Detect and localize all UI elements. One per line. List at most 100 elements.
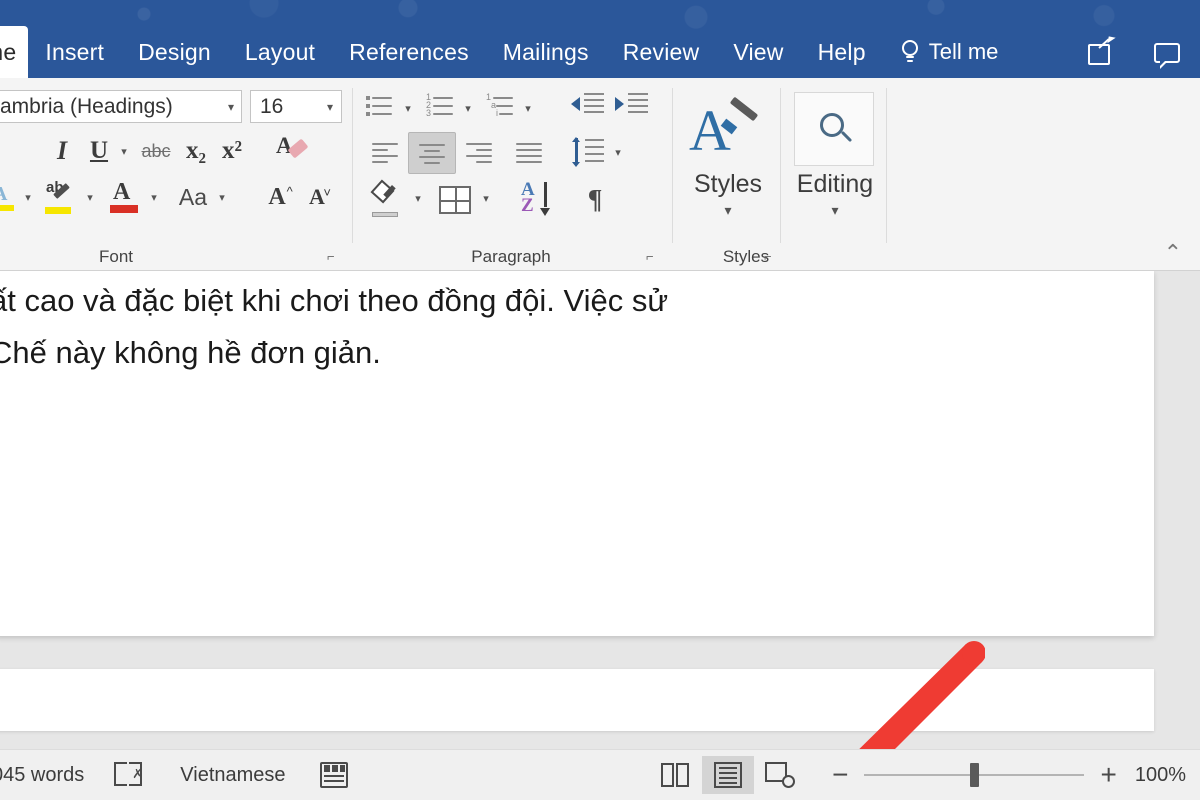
tab-design-label: Design [138,38,211,65]
tab-insert-label: Insert [45,38,105,65]
tab-mailings[interactable]: Mailings [486,26,606,78]
numbering-dropdown[interactable]: ▾ [460,96,476,120]
borders-dropdown[interactable]: ▾ [478,186,494,210]
accessibility-checker-icon[interactable] [319,762,348,788]
title-bar: me Insert Design Layout References Maili… [0,0,1200,78]
tell-me-search[interactable]: Tell me [883,26,1015,78]
word-window: me Insert Design Layout References Maili… [0,0,1200,800]
multilevel-list-dropdown[interactable]: ▾ [520,96,536,120]
highlight-dropdown[interactable]: ▾ [20,184,36,210]
tab-review[interactable]: Review [606,26,717,78]
editing-caret-icon[interactable]: ▾ [784,202,886,219]
shading-dropdown[interactable]: ▾ [410,186,426,210]
tab-help[interactable]: Help [801,26,883,78]
tab-home[interactable]: me [0,26,29,78]
line-spacing-dropdown[interactable]: ▾ [610,140,626,164]
font-dialog-launcher[interactable]: ⌐ [327,250,341,264]
italic-button[interactable]: I [46,133,78,169]
multilevel-list-button[interactable]: 1 a i [482,90,518,124]
tab-insert[interactable]: Insert [28,26,121,78]
font-size-combobox[interactable]: 16 ▾ [250,90,342,123]
ribbon-group-paragraph: ▾ 1 2 3 ▾ 1 a i ▾ ▾ ▾ ▾ A Z ¶ Paragraph … [356,78,666,271]
decrease-indent-button[interactable] [568,88,608,124]
strikethrough-button[interactable]: abc [136,135,176,167]
group-divider [780,88,781,243]
tab-layout-label: Layout [244,38,316,65]
grow-font-button[interactable]: A ^ [258,176,296,218]
zoom-in-button[interactable]: + [1100,759,1116,791]
tab-view-label: View [733,38,784,65]
bullets-button[interactable] [362,90,398,124]
language-indicator[interactable]: Vietnamese [180,764,285,787]
collapse-ribbon-chevron[interactable]: ⌃ [1164,240,1182,266]
line-spacing-button[interactable] [568,134,608,170]
tab-review-label: Review [622,38,700,65]
zoom-slider-thumb[interactable] [970,763,980,787]
ribbon-group-editing: Editing ▾ [784,78,886,271]
font-group-label: Font [98,247,134,266]
font-name-value: ambria (Headings) [0,94,173,118]
tab-design[interactable]: Design [121,26,228,78]
editing-button-label[interactable]: Editing [784,170,886,199]
zoom-out-button[interactable]: − [832,759,848,791]
font-color-dropdown[interactable]: ▾ [146,184,162,210]
text-effects-dropdown[interactable]: ▾ [214,184,230,210]
tab-mailings-label: Mailings [502,38,589,65]
align-center-button[interactable] [408,132,456,174]
styles-dialog-launcher[interactable]: ⌐ [764,250,778,264]
zoom-level[interactable]: 100% [1135,764,1186,787]
clear-formatting-button[interactable]: A [272,130,314,170]
proofing-errors-icon[interactable]: ✗ [114,762,148,788]
numbering-button[interactable]: 1 2 3 [422,90,458,124]
justify-button[interactable] [510,134,548,170]
styles-button-label[interactable]: Styles [676,170,780,199]
align-right-button[interactable] [460,134,498,170]
tab-references[interactable]: References [332,26,486,78]
superscript-button[interactable]: x² [216,133,248,169]
read-mode-view-button[interactable] [650,756,702,794]
document-line-2: Chế này không hề đơn giản. [0,335,381,370]
web-layout-view-button[interactable] [754,756,806,794]
document-text[interactable]: ất cao và đặc biệt khi chơi theo đồng độ… [0,275,890,379]
align-left-button[interactable] [366,134,404,170]
text-effects-button[interactable]: Aa [170,180,216,214]
font-name-combobox[interactable]: ambria (Headings) ▾ [0,90,242,123]
ribbon-group-font: ambria (Headings) ▾ 16 ▾ I U ▾ abc x₂ x²… [0,78,352,271]
show-formatting-marks-button[interactable]: ¶ [574,178,616,220]
bullets-dropdown[interactable]: ▾ [400,96,416,120]
document-page-1[interactable]: ất cao và đặc biệt khi chơi theo đồng độ… [0,271,1154,636]
shrink-font-button[interactable]: A ˅ [298,176,336,218]
tab-layout[interactable]: Layout [228,26,332,78]
highlight-color-dropdown[interactable]: ▾ [82,184,98,210]
shading-button[interactable] [368,179,408,220]
ribbon: ambria (Headings) ▾ 16 ▾ I U ▾ abc x₂ x²… [0,78,1200,271]
styles-brush-icon[interactable]: A [684,94,766,166]
word-count[interactable]: 045 words [0,764,84,787]
tab-view[interactable]: View [716,26,800,78]
lightbulb-icon [899,39,921,65]
sort-button[interactable]: A Z [518,178,566,220]
subscript-button[interactable]: x₂ [180,133,212,169]
borders-button[interactable] [434,180,476,220]
document-line-1: ất cao và đặc biệt khi chơi theo đồng độ… [0,283,669,318]
underline-button[interactable]: U [82,133,116,169]
share-icon[interactable] [1088,38,1122,70]
font-color-button[interactable]: A [104,176,144,218]
increase-indent-button[interactable] [612,88,652,124]
font-size-value: 16 [260,94,284,118]
zoom-slider[interactable] [864,763,1085,787]
comment-icon[interactable] [1152,38,1186,70]
print-layout-view-button[interactable] [702,756,755,794]
search-icon[interactable] [794,92,874,166]
chevron-down-icon: ▾ [227,99,234,114]
tab-references-label: References [349,38,469,65]
underline-dropdown[interactable]: ▾ [116,138,132,164]
paragraph-dialog-launcher[interactable]: ⌐ [646,250,660,264]
styles-group-label: Styles [722,247,770,266]
text-highlight-color-button[interactable]: A [0,178,20,216]
chevron-down-icon: ▾ [326,99,333,114]
styles-caret-icon[interactable]: ▾ [676,202,780,219]
paragraph-group-label: Paragraph [471,247,551,266]
annotation-arrow-icon [859,641,985,749]
text-highlight-button[interactable]: ab [40,176,80,218]
